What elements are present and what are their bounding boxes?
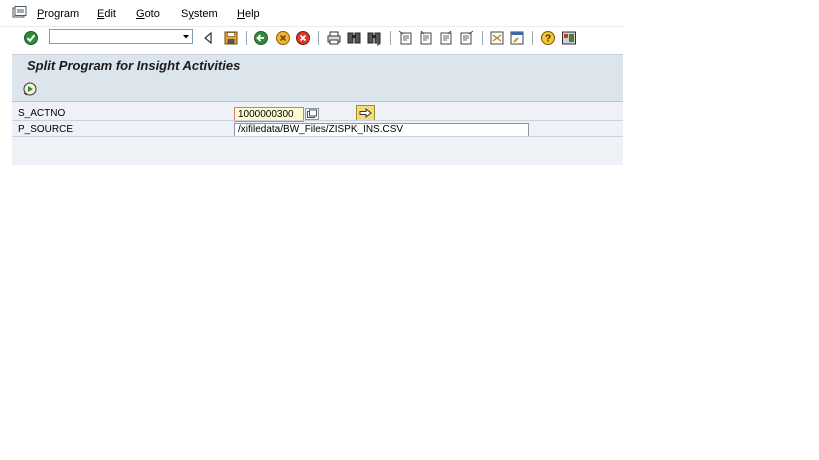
multiple-selection-arrow-button[interactable] bbox=[356, 105, 375, 121]
application-toolbar bbox=[12, 77, 623, 102]
menu-goto[interactable]: Goto bbox=[136, 8, 160, 20]
execute-icon[interactable] bbox=[22, 81, 38, 97]
save-icon[interactable] bbox=[223, 30, 239, 46]
row-divider bbox=[12, 136, 623, 137]
s-actno-label: S_ACTNO bbox=[18, 108, 66, 119]
shortcut-icon[interactable] bbox=[509, 30, 525, 46]
multiple-selection-icon bbox=[307, 109, 317, 118]
toolbar-divider bbox=[318, 31, 319, 45]
s-actno-row: S_ACTNO 1000000300 bbox=[12, 105, 623, 122]
first-page-icon[interactable] bbox=[398, 30, 414, 46]
cancel-icon[interactable] bbox=[295, 30, 311, 46]
menu-help[interactable]: Help bbox=[237, 8, 260, 20]
last-page-icon[interactable] bbox=[458, 30, 474, 46]
print-icon[interactable] bbox=[326, 30, 342, 46]
multiple-selection-button[interactable] bbox=[305, 108, 319, 120]
enter-icon[interactable] bbox=[23, 30, 39, 46]
previous-page-icon[interactable] bbox=[418, 30, 434, 46]
arrow-right-icon bbox=[359, 107, 372, 119]
selection-screen: S_ACTNO 1000000300 P_SOURCE /xifiledata/… bbox=[12, 102, 623, 165]
svg-text:?: ? bbox=[545, 34, 551, 45]
exit-icon[interactable] bbox=[275, 30, 291, 46]
find-icon[interactable] bbox=[346, 30, 362, 46]
p-source-label: P_SOURCE bbox=[18, 124, 74, 135]
p-source-input[interactable]: /xifiledata/BW_Files/ZISPK_INS.CSV bbox=[234, 123, 529, 137]
back-icon[interactable] bbox=[200, 30, 216, 46]
next-page-icon[interactable] bbox=[438, 30, 454, 46]
layout-icon[interactable] bbox=[561, 30, 577, 46]
p-source-row: P_SOURCE /xifiledata/BW_Files/ZISPK_INS.… bbox=[12, 122, 623, 137]
toolbar-divider bbox=[532, 31, 533, 45]
menu-program[interactable]: Program bbox=[37, 8, 79, 20]
back-green-icon[interactable] bbox=[253, 30, 269, 46]
toolbar-divider bbox=[482, 31, 483, 45]
command-field[interactable] bbox=[49, 29, 193, 44]
standard-toolbar: ? bbox=[0, 26, 623, 49]
menu-system-icon[interactable] bbox=[12, 6, 28, 20]
menu-edit[interactable]: Edit bbox=[97, 8, 116, 20]
chevron-down-icon[interactable] bbox=[181, 31, 191, 42]
toolbar-divider bbox=[246, 31, 247, 45]
menu-bar: Program Edit Goto System Help bbox=[0, 0, 623, 26]
toolbar-divider bbox=[390, 31, 391, 45]
help-icon[interactable]: ? bbox=[540, 30, 556, 46]
page-title: Split Program for Insight Activities bbox=[27, 58, 241, 73]
find-next-icon[interactable] bbox=[366, 30, 382, 46]
title-bar: Split Program for Insight Activities bbox=[12, 54, 623, 77]
row-divider bbox=[12, 120, 623, 121]
create-session-icon[interactable] bbox=[489, 30, 505, 46]
menu-system[interactable]: System bbox=[181, 8, 218, 20]
sap-window: Program Edit Goto System Help ? Split Pr… bbox=[0, 0, 623, 165]
